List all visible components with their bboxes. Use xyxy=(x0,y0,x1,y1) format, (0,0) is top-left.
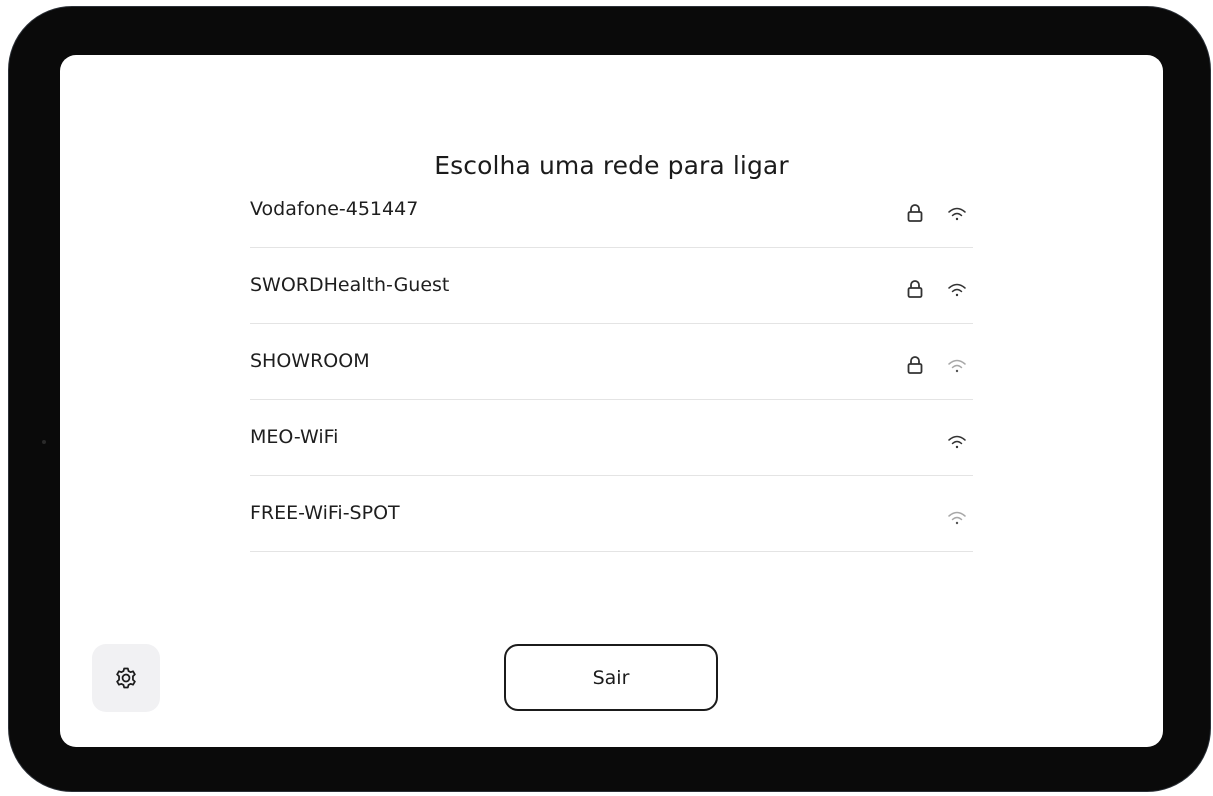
network-row-showroom[interactable]: SHOWROOM xyxy=(250,324,973,400)
network-row-meo-wifi[interactable]: MEO-WiFi xyxy=(250,400,973,476)
network-row-free-wifi-spot[interactable]: FREE-WiFi-SPOT xyxy=(250,476,973,552)
wifi-icon xyxy=(948,435,966,449)
lock-icon xyxy=(907,356,923,374)
lock-icon xyxy=(907,204,923,222)
wifi-icon xyxy=(948,283,966,297)
lock-icon xyxy=(907,280,923,298)
network-name: SWORDHealth-Guest xyxy=(250,274,450,296)
network-name: FREE-WiFi-SPOT xyxy=(250,502,400,524)
network-row-swordhealth-guest[interactable]: SWORDHealth-Guest xyxy=(250,248,973,324)
network-row-vodafone[interactable]: Vodafone-451447 xyxy=(250,172,973,248)
wifi-icon xyxy=(948,359,966,373)
wifi-network-list: Vodafone-451447 SWORDHealth-Guest SHOWRO… xyxy=(250,172,973,552)
exit-button[interactable]: Sair xyxy=(504,644,718,711)
wifi-icon xyxy=(948,207,966,221)
network-name: Vodafone-451447 xyxy=(250,198,419,220)
network-name: MEO-WiFi xyxy=(250,426,339,448)
settings-button[interactable] xyxy=(92,644,160,712)
network-name: SHOWROOM xyxy=(250,350,370,372)
wifi-icon xyxy=(948,511,966,525)
gear-icon xyxy=(116,667,136,689)
front-camera xyxy=(42,440,46,444)
